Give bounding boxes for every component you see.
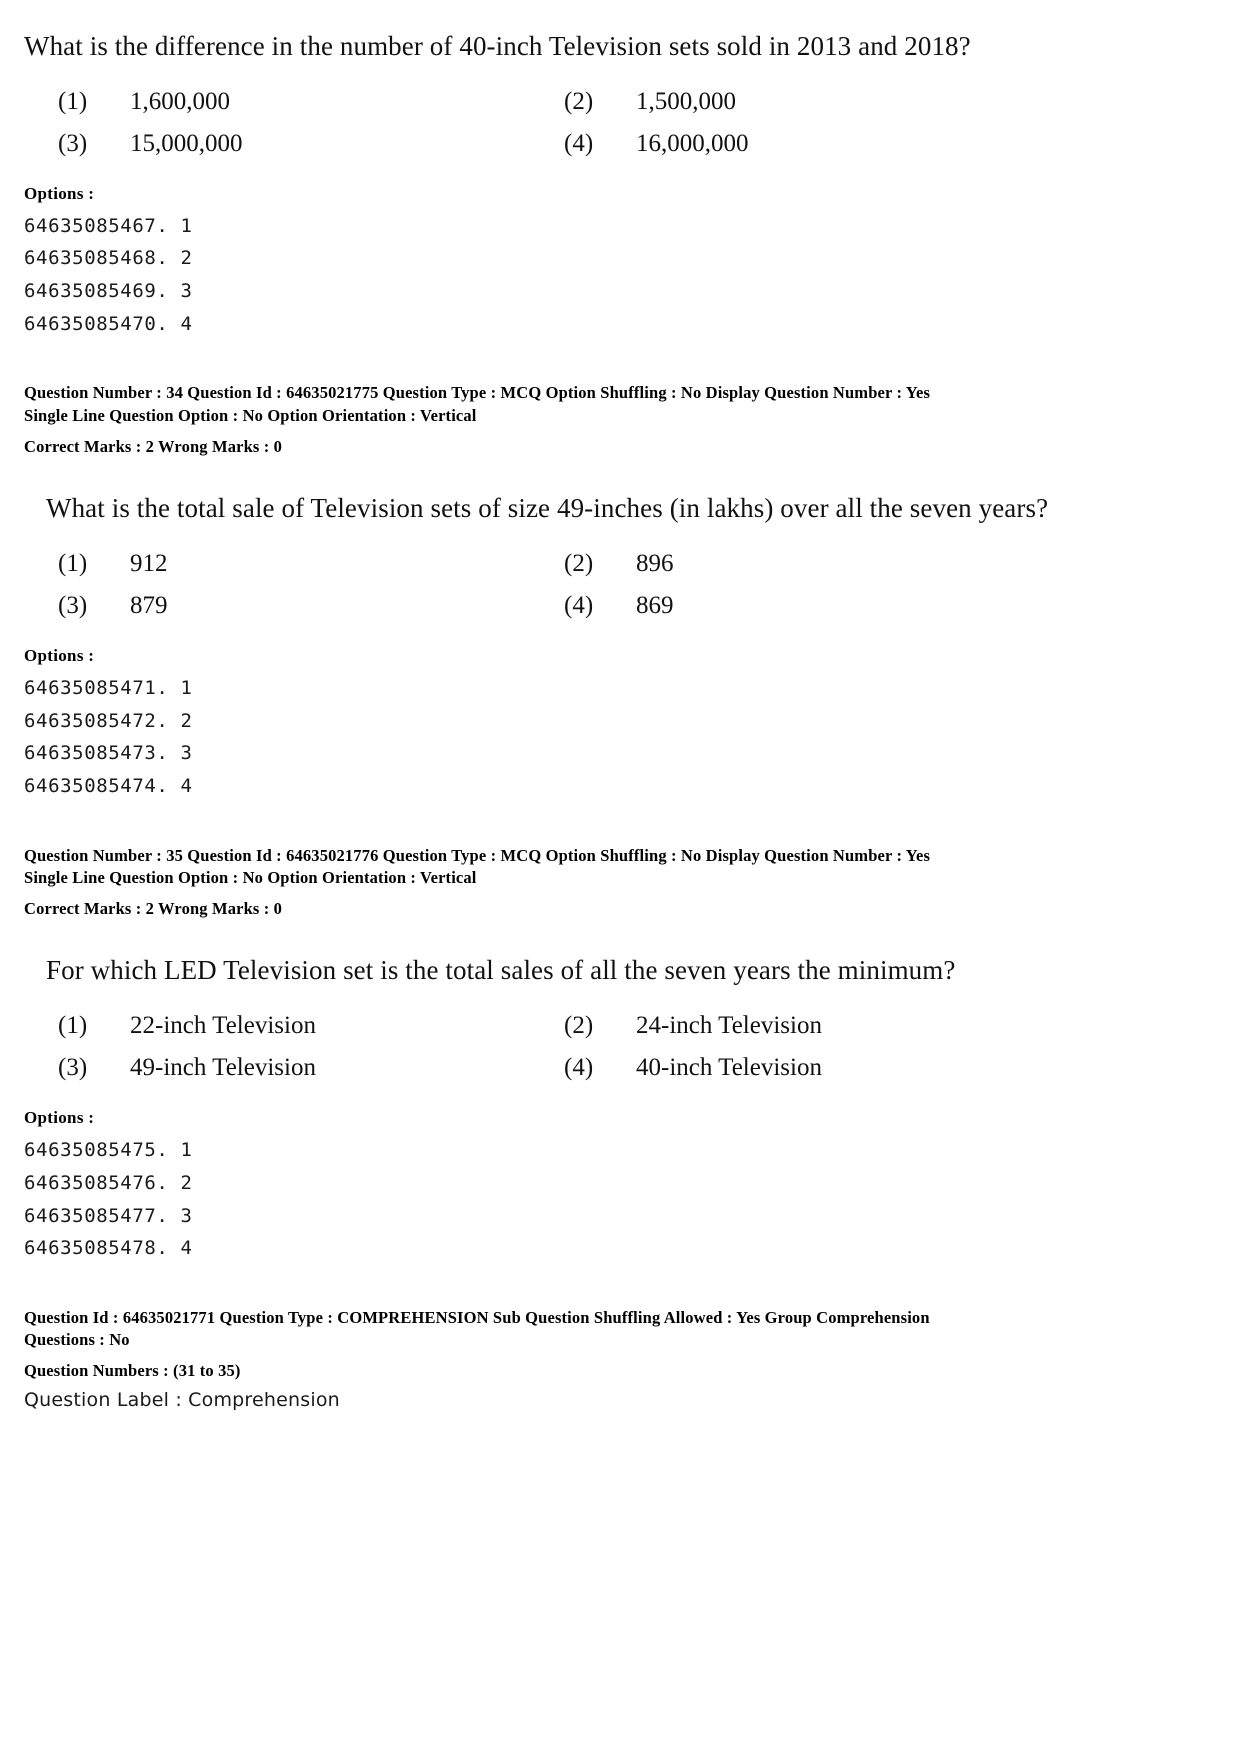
option-id-row: 64635085471. 1	[24, 676, 193, 699]
option-id-row: 64635085470. 4	[24, 312, 193, 335]
option-text: 1,500,000	[636, 87, 736, 115]
option-choice-1[interactable]: (1) 22-inch Television	[24, 1012, 554, 1040]
option-row: (1) 22-inch Television (2) 24-inch Telev…	[24, 1012, 1084, 1040]
option-choice-3[interactable]: (3) 15,000,000	[24, 130, 554, 158]
metadata-line: Question Number : 34 Question Id : 64635…	[24, 383, 931, 403]
option-text: 40-inch Television	[636, 1054, 822, 1082]
question-35-block: For which LED Television set is the tota…	[24, 954, 1084, 1264]
option-choice-4[interactable]: (4) 40-inch Television	[554, 1054, 1084, 1082]
metadata-line: Questions : No	[24, 1330, 130, 1350]
option-choice-3[interactable]: (3) 49-inch Television	[24, 1054, 554, 1082]
question-numbers-line: Question Numbers : (31 to 35)	[24, 1361, 241, 1381]
option-id-row: 64635085467. 1	[24, 214, 193, 237]
option-text: 24-inch Television	[636, 1012, 822, 1040]
option-marker: (1)	[58, 87, 88, 115]
question-label-line: Question Label : Comprehension	[24, 1388, 340, 1411]
question-stem: For which LED Television set is the tota…	[46, 955, 956, 986]
option-text: 1,600,000	[130, 87, 230, 115]
option-choice-3[interactable]: (3) 879	[24, 592, 554, 620]
option-text: 15,000,000	[130, 129, 243, 157]
options-grid: (1) 1,600,000 (2) 1,500,000 (3) 15,000,0…	[24, 88, 1084, 158]
question-body-block: What is the difference in the number of …	[24, 30, 1084, 340]
option-choice-1[interactable]: (1) 912	[24, 550, 554, 578]
question-34-metadata: Question Number : 34 Question Id : 64635…	[24, 382, 1084, 458]
comprehension-metadata: Question Id : 64635021771 Question Type …	[24, 1307, 1084, 1411]
option-marker: (1)	[58, 1012, 88, 1040]
option-id-row: 64635085475. 1	[24, 1139, 193, 1162]
option-marker: (2)	[564, 87, 594, 115]
option-marker: (4)	[564, 591, 594, 619]
option-choice-2[interactable]: (2) 24-inch Television	[554, 1012, 1084, 1040]
option-text: 896	[636, 549, 674, 577]
option-marker: (3)	[58, 129, 88, 157]
option-marker: (3)	[58, 1054, 88, 1082]
question-stem: What is the total sale of Television set…	[46, 493, 1049, 524]
metadata-marks-line: Correct Marks : 2 Wrong Marks : 0	[24, 436, 283, 456]
exam-paper-page: What is the difference in the number of …	[0, 0, 1240, 1754]
option-choice-2[interactable]: (2) 896	[554, 550, 1084, 578]
option-text: 912	[130, 549, 168, 577]
question-stem: What is the difference in the number of …	[24, 31, 971, 61]
option-id-row: 64635085477. 3	[24, 1204, 193, 1227]
option-row: (1) 1,600,000 (2) 1,500,000	[24, 88, 1084, 116]
option-text: 869	[636, 591, 674, 619]
options-grid: (1) 912 (2) 896 (3) 879 (4) 869	[24, 550, 1084, 620]
option-row: (3) 15,000,000 (4) 16,000,000	[24, 130, 1084, 158]
metadata-marks-line: Correct Marks : 2 Wrong Marks : 0	[24, 899, 283, 919]
option-id-row: 64635085472. 2	[24, 709, 193, 732]
option-row: (1) 912 (2) 896	[24, 550, 1084, 578]
option-choice-2[interactable]: (2) 1,500,000	[554, 88, 1084, 116]
option-id-row: 64635085474. 4	[24, 775, 193, 797]
option-marker: (3)	[58, 591, 88, 619]
question-34-block: What is the total sale of Television set…	[24, 492, 1084, 802]
option-id-row: 64635085473. 3	[24, 742, 193, 765]
option-marker: (2)	[564, 1012, 594, 1040]
option-choice-1[interactable]: (1) 1,600,000	[24, 88, 554, 116]
option-marker: (4)	[564, 129, 594, 157]
option-id-row: 64635085469. 3	[24, 280, 193, 303]
options-label: Options :	[24, 183, 95, 203]
options-label: Options :	[24, 645, 95, 665]
options-label: Options :	[24, 1108, 95, 1128]
question-35-metadata: Question Number : 35 Question Id : 64635…	[24, 845, 1084, 921]
option-choice-4[interactable]: (4) 16,000,000	[554, 130, 1084, 158]
options-grid: (1) 22-inch Television (2) 24-inch Telev…	[24, 1012, 1084, 1082]
metadata-line: Single Line Question Option : No Option …	[24, 867, 477, 887]
option-text: 16,000,000	[636, 129, 749, 157]
option-id-row: 64635085476. 2	[24, 1171, 193, 1194]
option-text: 22-inch Television	[130, 1012, 316, 1040]
option-marker: (1)	[58, 549, 88, 577]
option-marker: (2)	[564, 549, 594, 577]
option-id-row: 64635085468. 2	[24, 247, 193, 270]
metadata-line: Question Id : 64635021771 Question Type …	[24, 1307, 930, 1327]
option-choice-4[interactable]: (4) 869	[554, 592, 1084, 620]
option-id-row: 64635085478. 4	[24, 1237, 193, 1260]
option-text: 879	[130, 591, 168, 619]
metadata-line: Question Number : 35 Question Id : 64635…	[24, 845, 931, 865]
metadata-line: Single Line Question Option : No Option …	[24, 405, 477, 425]
option-row: (3) 879 (4) 869	[24, 592, 1084, 620]
option-text: 49-inch Television	[130, 1054, 316, 1082]
option-row: (3) 49-inch Television (4) 40-inch Telev…	[24, 1054, 1084, 1082]
option-marker: (4)	[564, 1054, 594, 1082]
page-content: What is the difference in the number of …	[24, 30, 1084, 1411]
